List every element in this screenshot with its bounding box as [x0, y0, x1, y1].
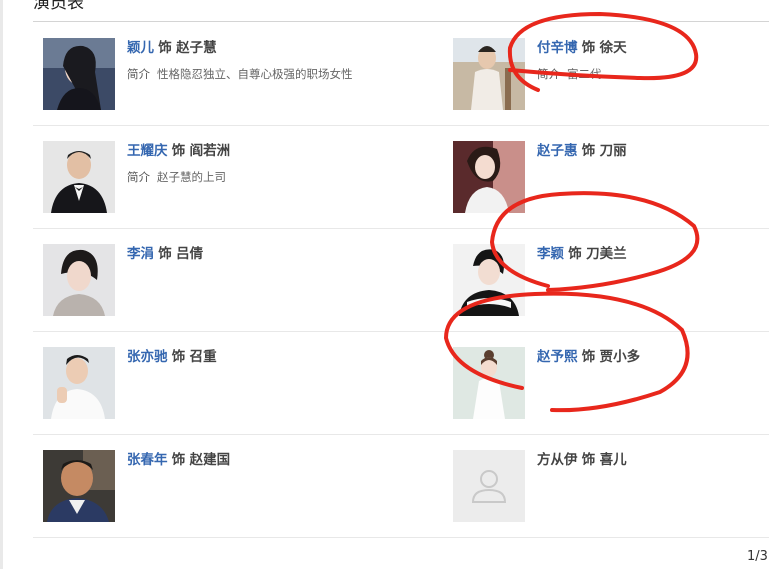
- actor-photo[interactable]: [43, 450, 115, 522]
- section-title: 演员表: [33, 0, 84, 13]
- cast-intro: 简介 性格隐忍独立、自尊心极强的职场女性: [127, 66, 353, 82]
- actor-photo[interactable]: [43, 244, 115, 316]
- role-joiner: 饰: [158, 246, 172, 262]
- cast-item: 李颖 饰 刀美兰: [453, 244, 769, 324]
- cast-intro: 简介 富二代: [537, 66, 602, 82]
- intro-label: 简介: [127, 67, 150, 81]
- cast-item: 赵子惠 饰 刀丽: [453, 141, 769, 221]
- actor-name-link[interactable]: 李颖: [537, 246, 564, 262]
- role-joiner: 饰: [158, 40, 172, 56]
- role-joiner: 饰: [581, 40, 596, 56]
- cast-name-line: 颖儿 饰 赵子慧: [127, 39, 217, 57]
- role-name: 刀美兰: [586, 246, 627, 262]
- cast-item: 付辛博 饰 徐天 简介 富二代: [453, 38, 769, 118]
- intro-label: 简介: [537, 67, 560, 81]
- role-name: 徐天: [599, 40, 627, 56]
- cast-intro: 简介 赵子慧的上司: [127, 169, 226, 185]
- row-divider: [33, 331, 769, 332]
- actor-name-link[interactable]: 赵予熙: [537, 349, 578, 365]
- row-divider: [33, 434, 769, 435]
- role-joiner: 饰: [581, 452, 596, 468]
- actor-photo[interactable]: [453, 141, 525, 213]
- actor-photo[interactable]: [43, 141, 115, 213]
- cast-name-line: 李涓 饰 吕倩: [127, 245, 203, 263]
- row-divider: [33, 228, 769, 229]
- role-joiner: 饰: [581, 143, 596, 159]
- cast-item: 李涓 饰 吕倩: [43, 244, 373, 324]
- role-name: 刀丽: [599, 143, 627, 159]
- cast-name-line: 王耀庆 饰 阎若洲: [127, 142, 230, 160]
- title-divider: [33, 21, 769, 22]
- role-joiner: 饰: [581, 349, 596, 365]
- cast-name-line: 李颖 饰 刀美兰: [537, 245, 627, 263]
- cast-name-line: 赵子惠 饰 刀丽: [537, 142, 627, 160]
- row-divider: [33, 537, 769, 538]
- pagination-indicator[interactable]: 1/3: [747, 549, 768, 564]
- intro-text: 赵子慧的上司: [157, 170, 226, 184]
- intro-label: 简介: [127, 170, 150, 184]
- role-name: 喜儿: [599, 452, 627, 468]
- actor-photo[interactable]: [453, 244, 525, 316]
- cast-item: 方从伊 饰 喜儿: [453, 450, 769, 530]
- cast-item: 王耀庆 饰 阎若洲 简介 赵子慧的上司: [43, 141, 373, 221]
- role-name: 吕倩: [176, 246, 204, 262]
- cast-item: 颖儿 饰 赵子慧 简介 性格隐忍独立、自尊心极强的职场女性: [43, 38, 373, 118]
- actor-name-link[interactable]: 王耀庆: [127, 143, 168, 159]
- actor-name-link[interactable]: 李涓: [127, 246, 154, 262]
- role-name: 召重: [189, 349, 217, 365]
- role-joiner: 饰: [171, 349, 186, 365]
- cast-name-line: 张春年 饰 赵建国: [127, 451, 230, 469]
- row-divider: [33, 125, 769, 126]
- cast-name-line: 张亦驰 饰 召重: [127, 348, 217, 366]
- actor-name-link[interactable]: 付辛博: [537, 40, 578, 56]
- role-name: 赵建国: [189, 452, 231, 468]
- role-name: 贾小多: [599, 349, 641, 365]
- actor-photo[interactable]: [43, 38, 115, 110]
- actor-name: 方从伊: [537, 452, 578, 468]
- avatar-placeholder-icon: [453, 450, 525, 522]
- actor-name-link[interactable]: 赵子惠: [537, 143, 578, 159]
- cast-item: 张亦驰 饰 召重: [43, 347, 373, 427]
- role-name: 阎若洲: [189, 143, 231, 159]
- cast-item: 张春年 饰 赵建国: [43, 450, 373, 530]
- left-border: [0, 0, 3, 569]
- actor-name-link[interactable]: 张亦驰: [127, 349, 168, 365]
- actor-name-link[interactable]: 颖儿: [127, 40, 154, 56]
- role-joiner: 饰: [171, 143, 186, 159]
- intro-text: 性格隐忍独立、自尊心极强的职场女性: [157, 67, 353, 81]
- cast-item: 赵予熙 饰 贾小多: [453, 347, 769, 427]
- cast-name-line: 赵予熙 饰 贾小多: [537, 348, 640, 366]
- actor-name-link[interactable]: 张春年: [127, 452, 168, 468]
- actor-photo[interactable]: [453, 347, 525, 419]
- cast-name-line: 方从伊 饰 喜儿: [537, 451, 627, 469]
- intro-text: 富二代: [567, 67, 602, 81]
- role-joiner: 饰: [568, 246, 582, 262]
- actor-photo[interactable]: [453, 38, 525, 110]
- cast-name-line: 付辛博 饰 徐天: [537, 39, 627, 57]
- actor-photo[interactable]: [43, 347, 115, 419]
- role-joiner: 饰: [171, 452, 186, 468]
- role-name: 赵子慧: [176, 40, 217, 56]
